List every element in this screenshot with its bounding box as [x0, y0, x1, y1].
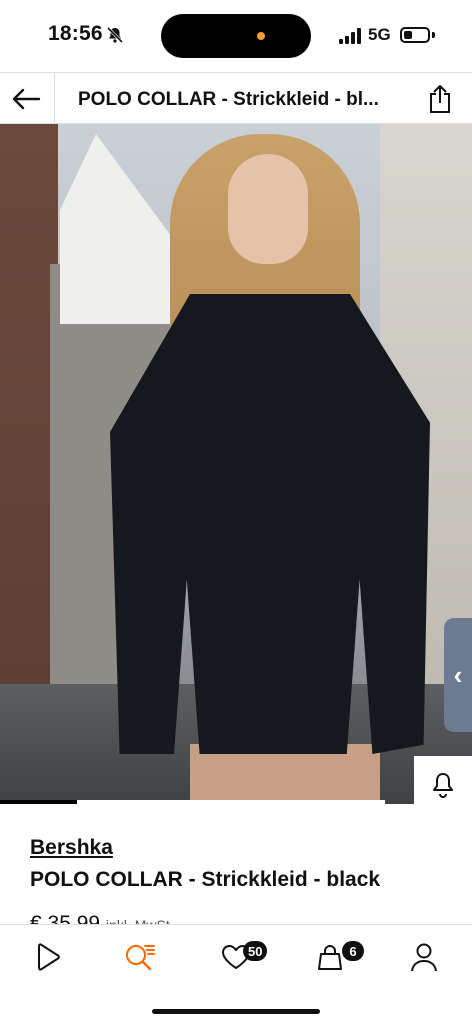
- privacy-dot: [257, 32, 265, 40]
- back-button[interactable]: [6, 79, 46, 119]
- product-image[interactable]: ‹: [0, 124, 472, 804]
- product-actions: [414, 756, 472, 804]
- chevron-left-icon: ‹: [453, 659, 463, 690]
- nav-account[interactable]: [402, 935, 446, 979]
- nav-home[interactable]: [26, 935, 70, 979]
- back-arrow-icon: [12, 88, 41, 110]
- play-icon: [38, 943, 60, 971]
- user-icon: [411, 943, 437, 972]
- photo-house-facade: [60, 134, 180, 324]
- bell-off-icon: [106, 26, 124, 44]
- bag-icon: [318, 945, 342, 970]
- bell-icon: [433, 772, 453, 798]
- search-icon: [126, 945, 155, 971]
- share-button[interactable]: [422, 81, 458, 117]
- wishlist-count-badge: 50: [243, 941, 268, 961]
- share-icon: [430, 85, 450, 113]
- network-label: 5G: [368, 25, 391, 44]
- home-indicator[interactable]: [152, 1009, 320, 1014]
- photo-knit-dress: [110, 294, 430, 754]
- battery-icon: [400, 27, 430, 43]
- page-title: POLO COLLAR - Strickkleid - bl...: [78, 89, 379, 110]
- battery-level: [404, 31, 412, 39]
- notify-button[interactable]: [414, 756, 472, 804]
- photo-model-face: [228, 154, 308, 264]
- nav-search[interactable]: [118, 935, 162, 979]
- status-time: 18:56: [48, 22, 103, 45]
- side-drawer-tab[interactable]: ‹: [444, 618, 472, 732]
- product-name: POLO COLLAR - Strickkleid - black: [30, 868, 381, 891]
- dynamic-island: [161, 14, 311, 58]
- battery-nub: [432, 32, 435, 38]
- product-header: POLO COLLAR - Strickkleid - bl...: [0, 72, 472, 125]
- signal-icon: [339, 28, 361, 44]
- bag-count-badge: 6: [342, 941, 364, 961]
- brand-link[interactable]: Bershka: [30, 836, 113, 860]
- product-info: Bershka POLO COLLAR - Strickkleid - blac…: [0, 804, 472, 935]
- status-bar: 18:56 5G: [0, 0, 472, 72]
- header-divider: [54, 73, 55, 125]
